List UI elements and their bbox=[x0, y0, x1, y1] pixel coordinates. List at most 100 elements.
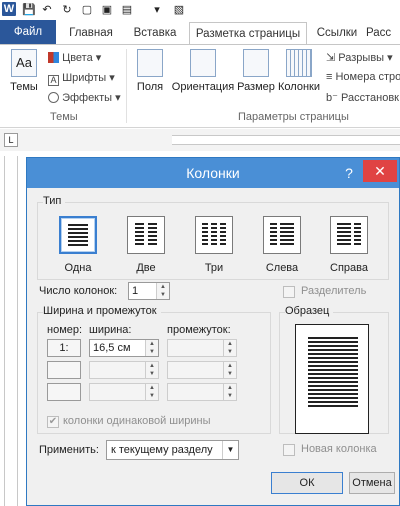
fonts-button[interactable]: A Шрифты ▾ bbox=[48, 71, 115, 86]
orientation-label: Ориентация bbox=[171, 81, 235, 93]
effects-icon bbox=[48, 92, 59, 103]
vertical-ruler[interactable] bbox=[4, 156, 18, 506]
themes-icon: Aa bbox=[11, 49, 37, 77]
themes-button[interactable]: Aa Темы bbox=[6, 49, 42, 93]
effects-button[interactable]: Эффекты ▾ bbox=[48, 91, 121, 104]
fonts-label: Шрифты bbox=[62, 72, 107, 84]
column-1-width-value: 16,5 см bbox=[93, 342, 131, 354]
sample-text-lines bbox=[308, 337, 358, 409]
colors-button[interactable]: Цвета ▾ bbox=[48, 51, 101, 64]
column-3-width: ▲ ▼ bbox=[89, 383, 159, 401]
line-numbers-icon: ≡ bbox=[326, 71, 333, 83]
tab-mailings[interactable]: Расс bbox=[366, 22, 400, 44]
column-2-spacing: ▲ ▼ bbox=[167, 361, 237, 379]
apply-select-value: к текущему разделу bbox=[111, 444, 213, 456]
effects-label: Эффекты bbox=[62, 92, 113, 104]
line-numbers-button[interactable]: ≡ Номера строк bbox=[326, 71, 400, 83]
column-1-number: 1: bbox=[47, 339, 81, 357]
preset-two-label: Две bbox=[136, 262, 156, 274]
spinner-arrows: ▲ ▼ bbox=[223, 340, 236, 356]
tab-home[interactable]: Главная bbox=[62, 22, 120, 44]
num-columns-label: Число колонок: bbox=[39, 285, 118, 297]
column-1-width[interactable]: 16,5 см ▲ ▼ bbox=[89, 339, 159, 357]
separator-checkbox[interactable] bbox=[283, 286, 295, 298]
horizontal-ruler[interactable] bbox=[172, 135, 400, 145]
image-icon[interactable]: ▧ bbox=[172, 2, 186, 16]
help-button[interactable]: ? bbox=[339, 158, 359, 188]
breaks-button[interactable]: ⇲ Разрывы ▾ bbox=[326, 51, 393, 64]
width-spacing-label: Ширина и промежуток bbox=[43, 305, 161, 317]
columns-dialog: Колонки ? ✕ Тип Одна Две Три Слева Справ… bbox=[26, 157, 400, 506]
tab-file[interactable]: Файл bbox=[0, 20, 56, 44]
word-logo-icon: W bbox=[2, 2, 16, 16]
margins-icon bbox=[137, 49, 163, 77]
preset-three-label: Три bbox=[204, 262, 224, 274]
dialog-titlebar[interactable]: Колонки ? ✕ bbox=[27, 158, 399, 188]
new-document-icon[interactable]: ▢ bbox=[80, 2, 94, 16]
fonts-icon: A bbox=[48, 75, 59, 86]
size-label: Размер bbox=[237, 81, 275, 93]
cancel-button[interactable]: Отмена bbox=[349, 472, 395, 494]
spinner-arrows: ▲ ▼ bbox=[223, 362, 236, 378]
breaks-icon: ⇲ bbox=[326, 52, 336, 64]
tab-selector-icon[interactable]: L bbox=[4, 133, 18, 147]
tab-insert[interactable]: Вставка bbox=[126, 22, 184, 44]
ribbon: Aa Темы Цвета ▾ A Шрифты ▾ Эффекты ▾ Тем… bbox=[0, 44, 400, 128]
tab-page-layout[interactable]: Разметка страницы bbox=[189, 22, 307, 44]
margins-button[interactable]: Поля bbox=[134, 49, 166, 93]
new-column-label: Новая колонка bbox=[301, 443, 377, 455]
group-page-setup-label: Параметры страницы bbox=[238, 111, 349, 123]
print-preview-icon[interactable]: ▣ bbox=[100, 2, 114, 16]
hyphenation-button[interactable]: b⁻ Расстановк bbox=[326, 91, 399, 104]
preset-left-label: Слева bbox=[265, 262, 299, 274]
col-num-header: номер: bbox=[47, 324, 83, 336]
preset-right-label: Справа bbox=[330, 262, 368, 274]
type-label: Тип bbox=[43, 195, 66, 207]
undo-icon[interactable]: ↶ bbox=[40, 2, 54, 16]
spinner-arrows[interactable]: ▲ ▼ bbox=[156, 283, 169, 299]
preset-one[interactable] bbox=[59, 216, 97, 254]
column-2-number bbox=[47, 361, 81, 379]
hyphenation-icon: b⁻ bbox=[326, 92, 338, 104]
preset-three[interactable] bbox=[195, 216, 233, 254]
preset-left[interactable] bbox=[263, 216, 301, 254]
preset-two[interactable] bbox=[127, 216, 165, 254]
apply-label: Применить: bbox=[39, 444, 99, 456]
themes-label: Темы bbox=[10, 81, 38, 93]
redo-icon[interactable]: ↻ bbox=[60, 2, 74, 16]
num-columns-value: 1 bbox=[132, 285, 139, 297]
spacing-header: промежуток: bbox=[167, 324, 231, 336]
spinner-arrows[interactable]: ▲ ▼ bbox=[145, 340, 158, 356]
customize-toolbar-icon[interactable]: ▾ bbox=[150, 2, 164, 16]
orientation-button[interactable]: Ориентация bbox=[170, 49, 236, 93]
spinner-arrows: ▲ ▼ bbox=[223, 384, 236, 400]
ribbon-separator bbox=[126, 49, 127, 123]
chevron-down-icon[interactable]: ▼ bbox=[222, 441, 238, 459]
ruler-bar: L bbox=[0, 129, 400, 151]
spinner-arrows: ▲ ▼ bbox=[145, 384, 158, 400]
num-columns-spinner[interactable]: 1 ▲ ▼ bbox=[128, 282, 170, 300]
size-button[interactable]: Размер bbox=[236, 49, 276, 93]
ribbon-tabs: Файл Главная Вставка Разметка страницы С… bbox=[0, 20, 400, 44]
close-button[interactable]: ✕ bbox=[363, 160, 397, 182]
columns-label: Колонки bbox=[278, 81, 320, 93]
column-3-number bbox=[47, 383, 81, 401]
new-column-checkbox[interactable] bbox=[283, 444, 295, 456]
column-1-spacing: ▲ ▼ bbox=[167, 339, 237, 357]
orientation-icon bbox=[190, 49, 216, 77]
separator-label: Разделитель bbox=[301, 285, 367, 297]
spinner-arrows: ▲ ▼ bbox=[145, 362, 158, 378]
quick-access-toolbar: W 💾 ↶ ↻ ▢ ▣ ▤ ▾ ▧ bbox=[0, 0, 400, 20]
apply-select[interactable]: к текущему разделу ▼ bbox=[106, 440, 239, 460]
hyphenation-label: Расстановк bbox=[341, 92, 399, 104]
column-2-width: ▲ ▼ bbox=[89, 361, 159, 379]
preset-right[interactable] bbox=[330, 216, 368, 254]
equal-width-checkbox: ✔ bbox=[47, 416, 59, 428]
save-icon[interactable]: 💾 bbox=[22, 2, 36, 16]
tab-references[interactable]: Ссылки bbox=[312, 22, 362, 44]
open-folder-icon[interactable]: ▤ bbox=[120, 2, 134, 16]
ok-button[interactable]: ОК bbox=[271, 472, 343, 494]
size-icon bbox=[243, 49, 269, 77]
columns-button[interactable]: Колонки bbox=[278, 49, 320, 93]
colors-label: Цвета bbox=[62, 52, 93, 64]
